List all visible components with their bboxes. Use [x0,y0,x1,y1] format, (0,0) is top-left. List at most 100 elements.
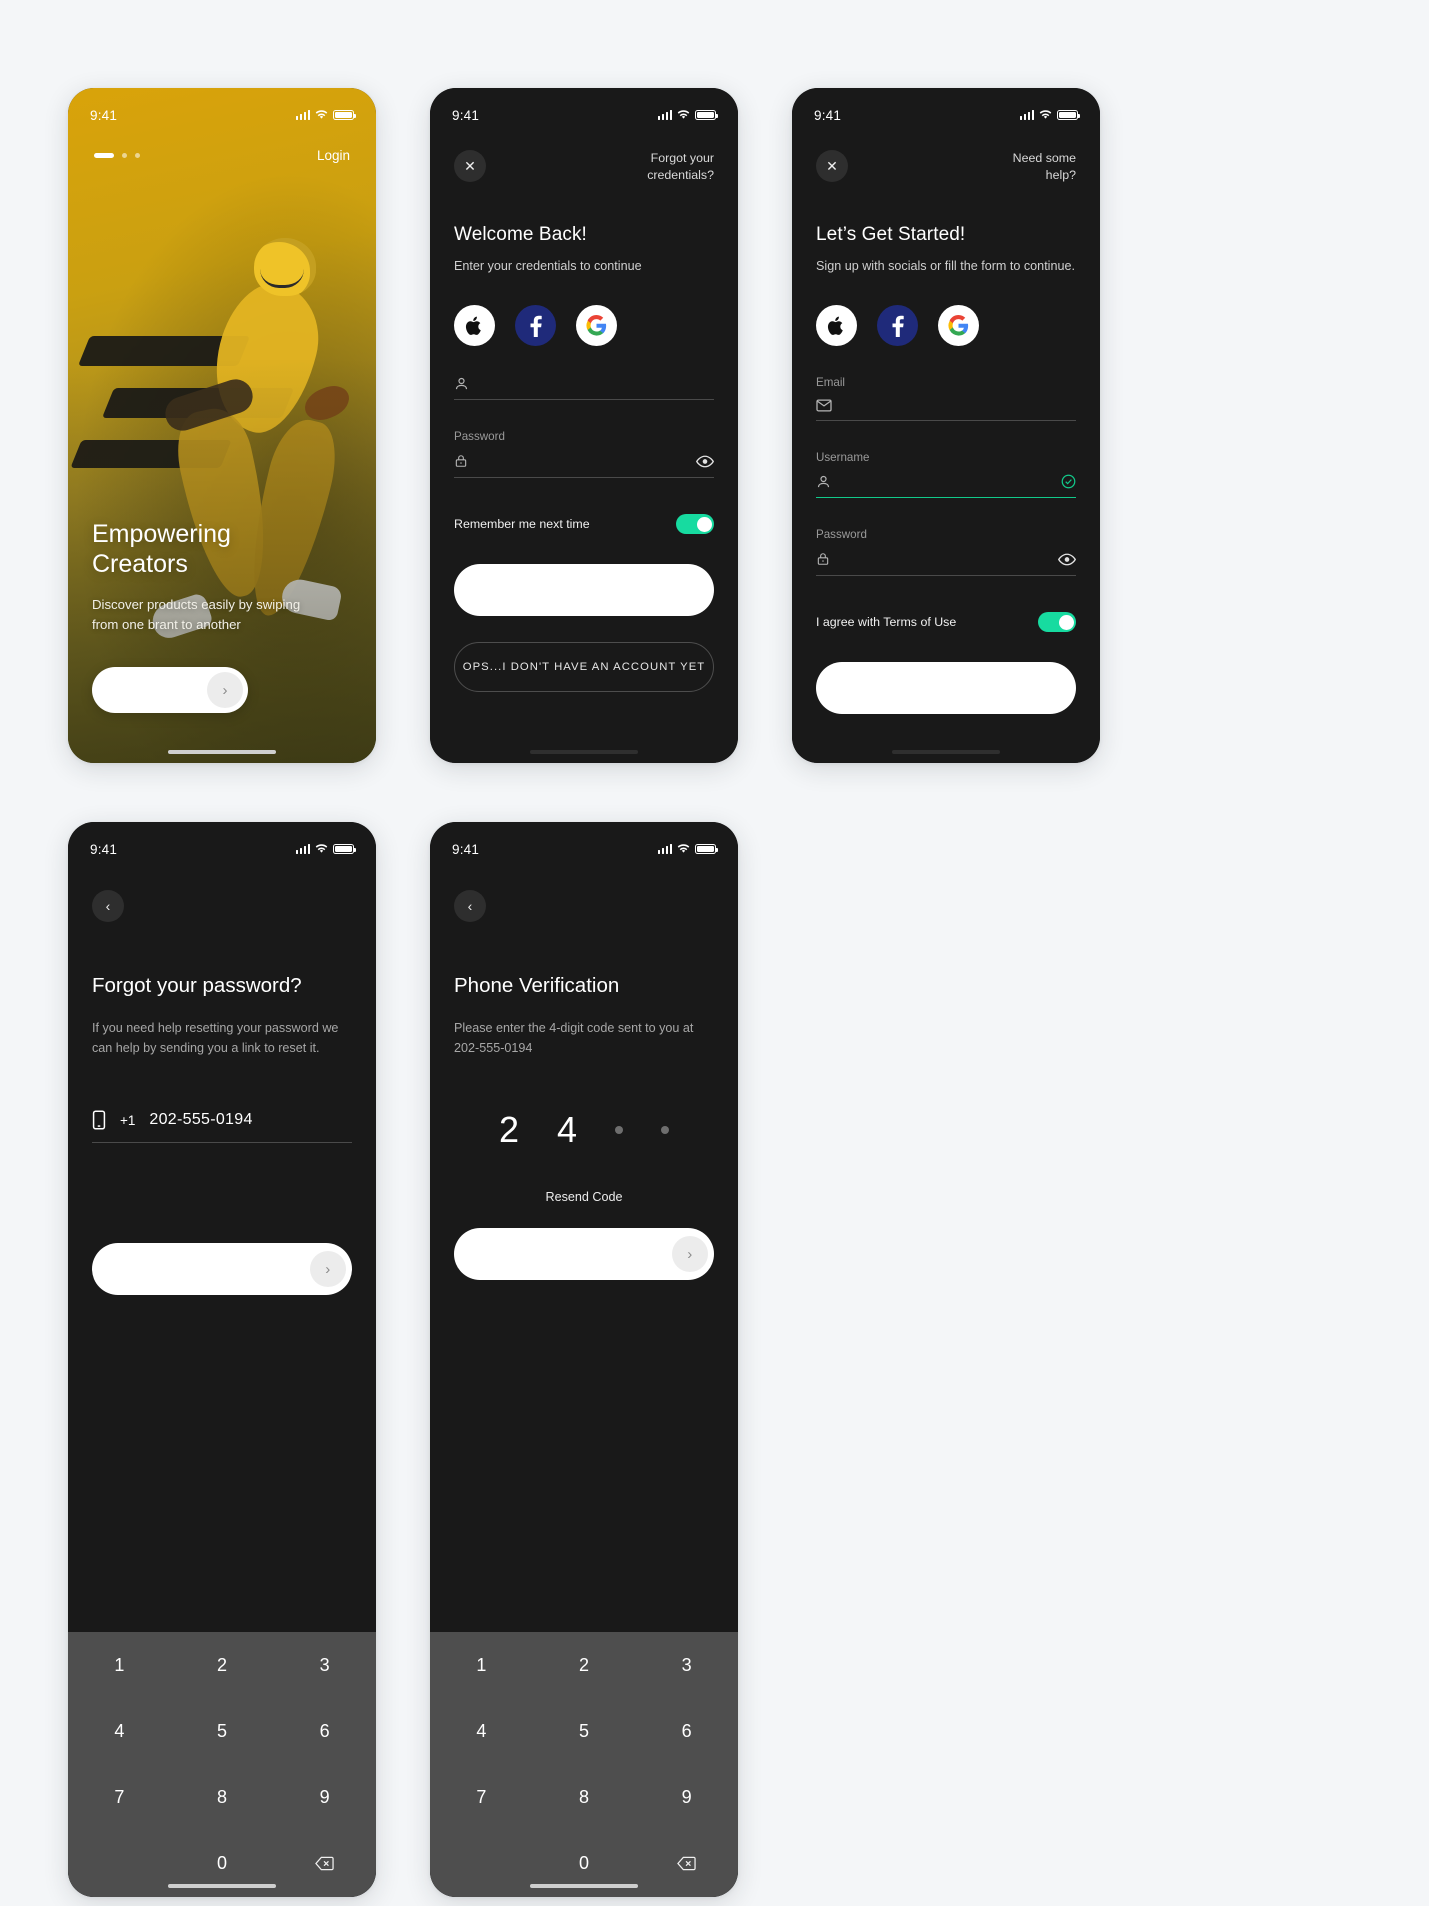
key-8[interactable]: 8 [171,1765,274,1831]
signin-password-field[interactable]: Password [454,430,714,478]
numeric-keypad[interactable]: 1 2 3 4 5 6 7 8 9 0 [430,1632,738,1897]
onboarding-next-button[interactable]: › [92,667,248,713]
apple-signup-button[interactable] [816,305,857,346]
chevron-left-icon[interactable]: ‹ [454,890,486,922]
key-6[interactable]: 6 [635,1698,738,1764]
backspace-icon[interactable] [635,1831,738,1897]
forgot-title: Forgot your password? [92,974,302,997]
chevron-right-icon: › [207,672,243,708]
signup-submit-button[interactable] [816,662,1076,714]
eye-icon[interactable] [696,455,714,468]
eye-icon[interactable] [1058,553,1076,566]
signup-username-field[interactable]: Username [816,451,1076,498]
wifi-icon [1039,110,1052,120]
forgot-credentials-link[interactable]: Forgot your credentials? [626,150,714,184]
home-indicator [168,1883,276,1888]
remember-me-toggle[interactable] [676,514,714,534]
remember-me-row[interactable]: Remember me next time [454,514,714,534]
key-4[interactable]: 4 [430,1698,533,1764]
signal-icon [657,844,672,855]
signup-redirect-button[interactable]: OPS...I DON'T HAVE AN ACCOUNT YET [454,642,714,692]
verification-topbar: ‹ [454,868,714,922]
key-6[interactable]: 6 [273,1698,376,1764]
signin-social-buttons [454,305,714,346]
close-icon[interactable]: ✕ [454,150,486,182]
numeric-keypad[interactable]: 1 2 3 4 5 6 7 8 9 0 [68,1632,376,1897]
signin-topbar: ✕ Forgot your credentials? [454,134,714,184]
verification-submit-button[interactable]: › [454,1228,714,1280]
battery-icon [695,843,718,855]
battery-icon [1057,109,1080,121]
wifi-icon [677,844,690,854]
battery-icon [333,843,356,855]
screen-phone-verification: 9:41 ‹ Phone Verification Please enter t… [430,822,738,1897]
wifi-icon [677,110,690,120]
key-1[interactable]: 1 [430,1632,533,1698]
key-2[interactable]: 2 [533,1632,636,1698]
key-7[interactable]: 7 [68,1765,171,1831]
signup-password-label: Password [816,528,867,541]
key-blank [68,1831,171,1897]
terms-row[interactable]: I agree with Terms of Use [816,612,1076,632]
battery-icon [695,109,718,121]
terms-toggle[interactable] [1038,612,1076,632]
key-4[interactable]: 4 [68,1698,171,1764]
user-icon [454,376,469,391]
signin-username-field[interactable] [454,376,714,400]
key-9[interactable]: 9 [273,1765,376,1831]
key-3[interactable]: 3 [273,1632,376,1698]
facebook-signup-button[interactable] [877,305,918,346]
google-signup-button[interactable] [938,305,979,346]
need-help-link[interactable]: Need some help? [988,150,1076,184]
signup-topbar: ✕ Need some help? [816,134,1076,184]
signin-password-label: Password [454,430,505,443]
key-7[interactable]: 7 [430,1765,533,1831]
key-8[interactable]: 8 [533,1765,636,1831]
signup-password-field[interactable]: Password [816,528,1076,576]
otp-digit-1: 2 [498,1109,519,1150]
screen-signup: 9:41 ✕ Need some help? Let’s Get Started… [792,88,1100,763]
login-link[interactable]: Login [317,148,350,163]
key-9[interactable]: 9 [635,1765,738,1831]
chevron-right-icon: › [310,1251,346,1287]
signal-icon [295,844,310,855]
chevron-left-icon[interactable]: ‹ [92,890,124,922]
key-blank [430,1831,533,1897]
backspace-icon[interactable] [273,1831,376,1897]
signin-subtitle: Enter your credentials to continue [454,259,642,273]
status-time: 9:41 [90,841,118,857]
key-1[interactable]: 1 [68,1632,171,1698]
signup-subtitle: Sign up with socials or fill the form to… [816,259,1075,273]
status-time: 9:41 [452,107,480,123]
status-time: 9:41 [90,107,118,123]
status-icons [295,109,356,121]
otp-digit-4-placeholder [661,1126,670,1134]
key-2[interactable]: 2 [171,1632,274,1698]
resend-code-link[interactable]: Resend Code [454,1190,714,1204]
google-signin-button[interactable] [576,305,617,346]
status-bar: 9:41 [430,822,738,868]
close-icon[interactable]: ✕ [816,150,848,182]
key-5[interactable]: 5 [171,1698,274,1764]
screen-signin: 9:41 ✕ Forgot your credentials? Welcome … [430,88,738,763]
onboarding-copy: Empowering Creators Discover products ea… [92,519,352,635]
status-bar: 9:41 [430,88,738,134]
onboarding-title-line2: Creators [92,550,188,578]
signup-title: Let’s Get Started! [816,224,966,245]
signup-email-field[interactable]: Email [816,376,1076,421]
facebook-signin-button[interactable] [515,305,556,346]
otp-code-row[interactable]: 2 4 [454,1112,714,1148]
country-code: +1 [120,1112,136,1128]
home-indicator [892,749,1000,754]
forgot-submit-button[interactable]: › [92,1243,352,1295]
status-time: 9:41 [452,841,480,857]
signin-submit-button[interactable] [454,564,714,616]
key-5[interactable]: 5 [533,1698,636,1764]
wifi-icon [315,110,328,120]
phone-number-field[interactable]: +1 202-555-0194 [92,1110,352,1143]
pagination-dots[interactable] [94,153,140,158]
key-3[interactable]: 3 [635,1632,738,1698]
mail-icon [816,399,832,412]
apple-signin-button[interactable] [454,305,495,346]
onboarding-description: Discover products easily by swiping from… [92,597,301,632]
